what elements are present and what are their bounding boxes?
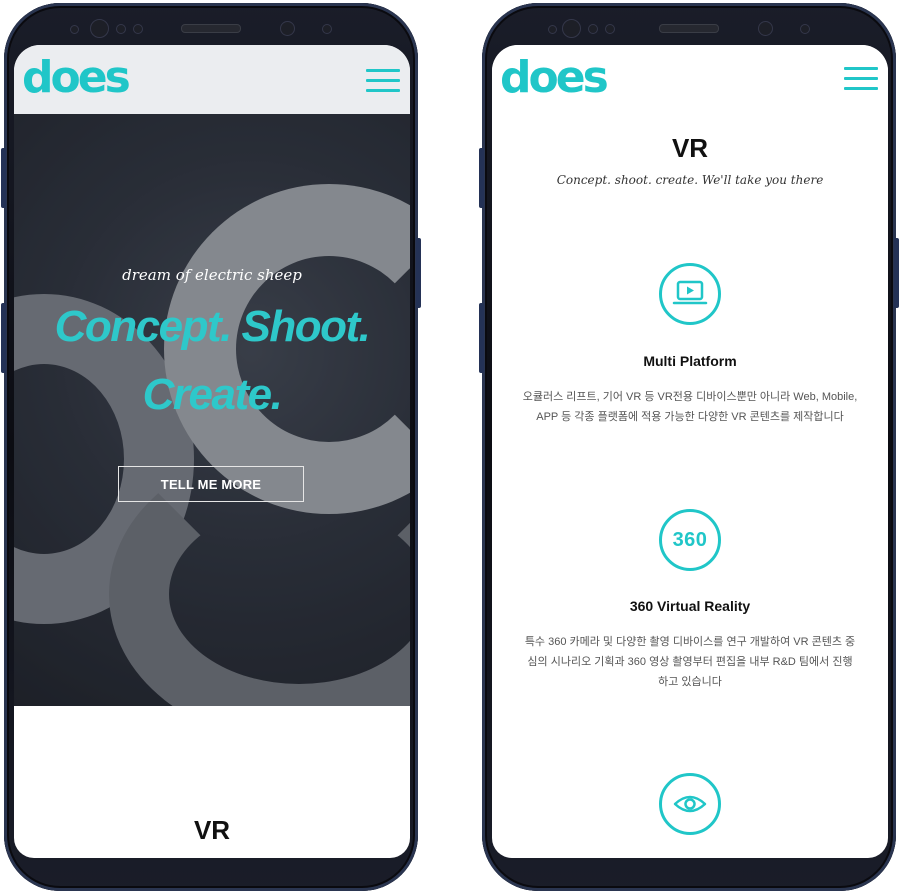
- iris-sensor: [90, 19, 109, 38]
- earpiece-speaker: [181, 24, 241, 33]
- bixby-button: [479, 303, 484, 373]
- screen-right: does VR Concept. shoot. create. We'll ta…: [492, 45, 888, 858]
- sensor-dot: [588, 24, 598, 34]
- hamburger-menu-icon[interactable]: [366, 69, 400, 93]
- sensor-dot: [548, 25, 557, 34]
- 360-icon: 360: [659, 509, 721, 571]
- front-camera: [758, 21, 773, 36]
- screen-left: does dream of electric sheep Concept. Sh…: [14, 45, 410, 858]
- hero-tagline: dream of electric sheep: [122, 266, 302, 284]
- eye-icon: [659, 773, 721, 835]
- feature-title: 360 Virtual Reality: [629, 598, 751, 614]
- front-camera: [280, 21, 295, 36]
- hamburger-menu-icon[interactable]: [844, 67, 878, 91]
- iris-sensor: [562, 19, 581, 38]
- section-title-vr: VR: [193, 815, 231, 845]
- power-button: [416, 238, 421, 308]
- sensor-dot: [70, 25, 79, 34]
- logo[interactable]: does: [500, 53, 609, 103]
- sensor-dot: [133, 24, 143, 34]
- site-header: does: [492, 45, 888, 114]
- power-button: [894, 238, 899, 308]
- section-title-vr: VR: [671, 133, 709, 163]
- bixby-button: [1, 303, 6, 373]
- phone-mockup-left: does dream of electric sheep Concept. Sh…: [1, 3, 421, 891]
- earpiece-speaker: [659, 24, 719, 33]
- phone-mockup-right: does VR Concept. shoot. create. We'll ta…: [479, 3, 899, 891]
- feature-description: 오큘러스 리프트, 기어 VR 등 VR전용 디바이스뿐만 아니라 Web, M…: [522, 391, 858, 423]
- laptop-play-icon: [659, 263, 721, 325]
- site-header: does: [14, 45, 410, 114]
- sensor-dot: [605, 24, 615, 34]
- volume-button: [479, 148, 484, 208]
- feature-description: 특수 360 카메라 및 다양한 촬영 디바이스를 연구 개발하여 VR 콘텐츠…: [524, 636, 856, 688]
- logo[interactable]: does: [22, 53, 131, 103]
- tell-me-more-button[interactable]: TELL ME MORE: [118, 466, 304, 502]
- volume-button: [1, 148, 6, 208]
- hero-title-line1: Concept. Shoot.: [54, 302, 371, 351]
- hero-section: dream of electric sheep Concept. Shoot. …: [14, 114, 410, 706]
- sensor-dot: [116, 24, 126, 34]
- sensor-dot: [800, 24, 810, 34]
- section-subtitle: Concept. shoot. create. We'll take you t…: [556, 173, 824, 187]
- sensor-dot: [322, 24, 332, 34]
- hero-title-line2: Create.: [142, 370, 283, 419]
- feature-title: Multi Platform: [643, 353, 737, 369]
